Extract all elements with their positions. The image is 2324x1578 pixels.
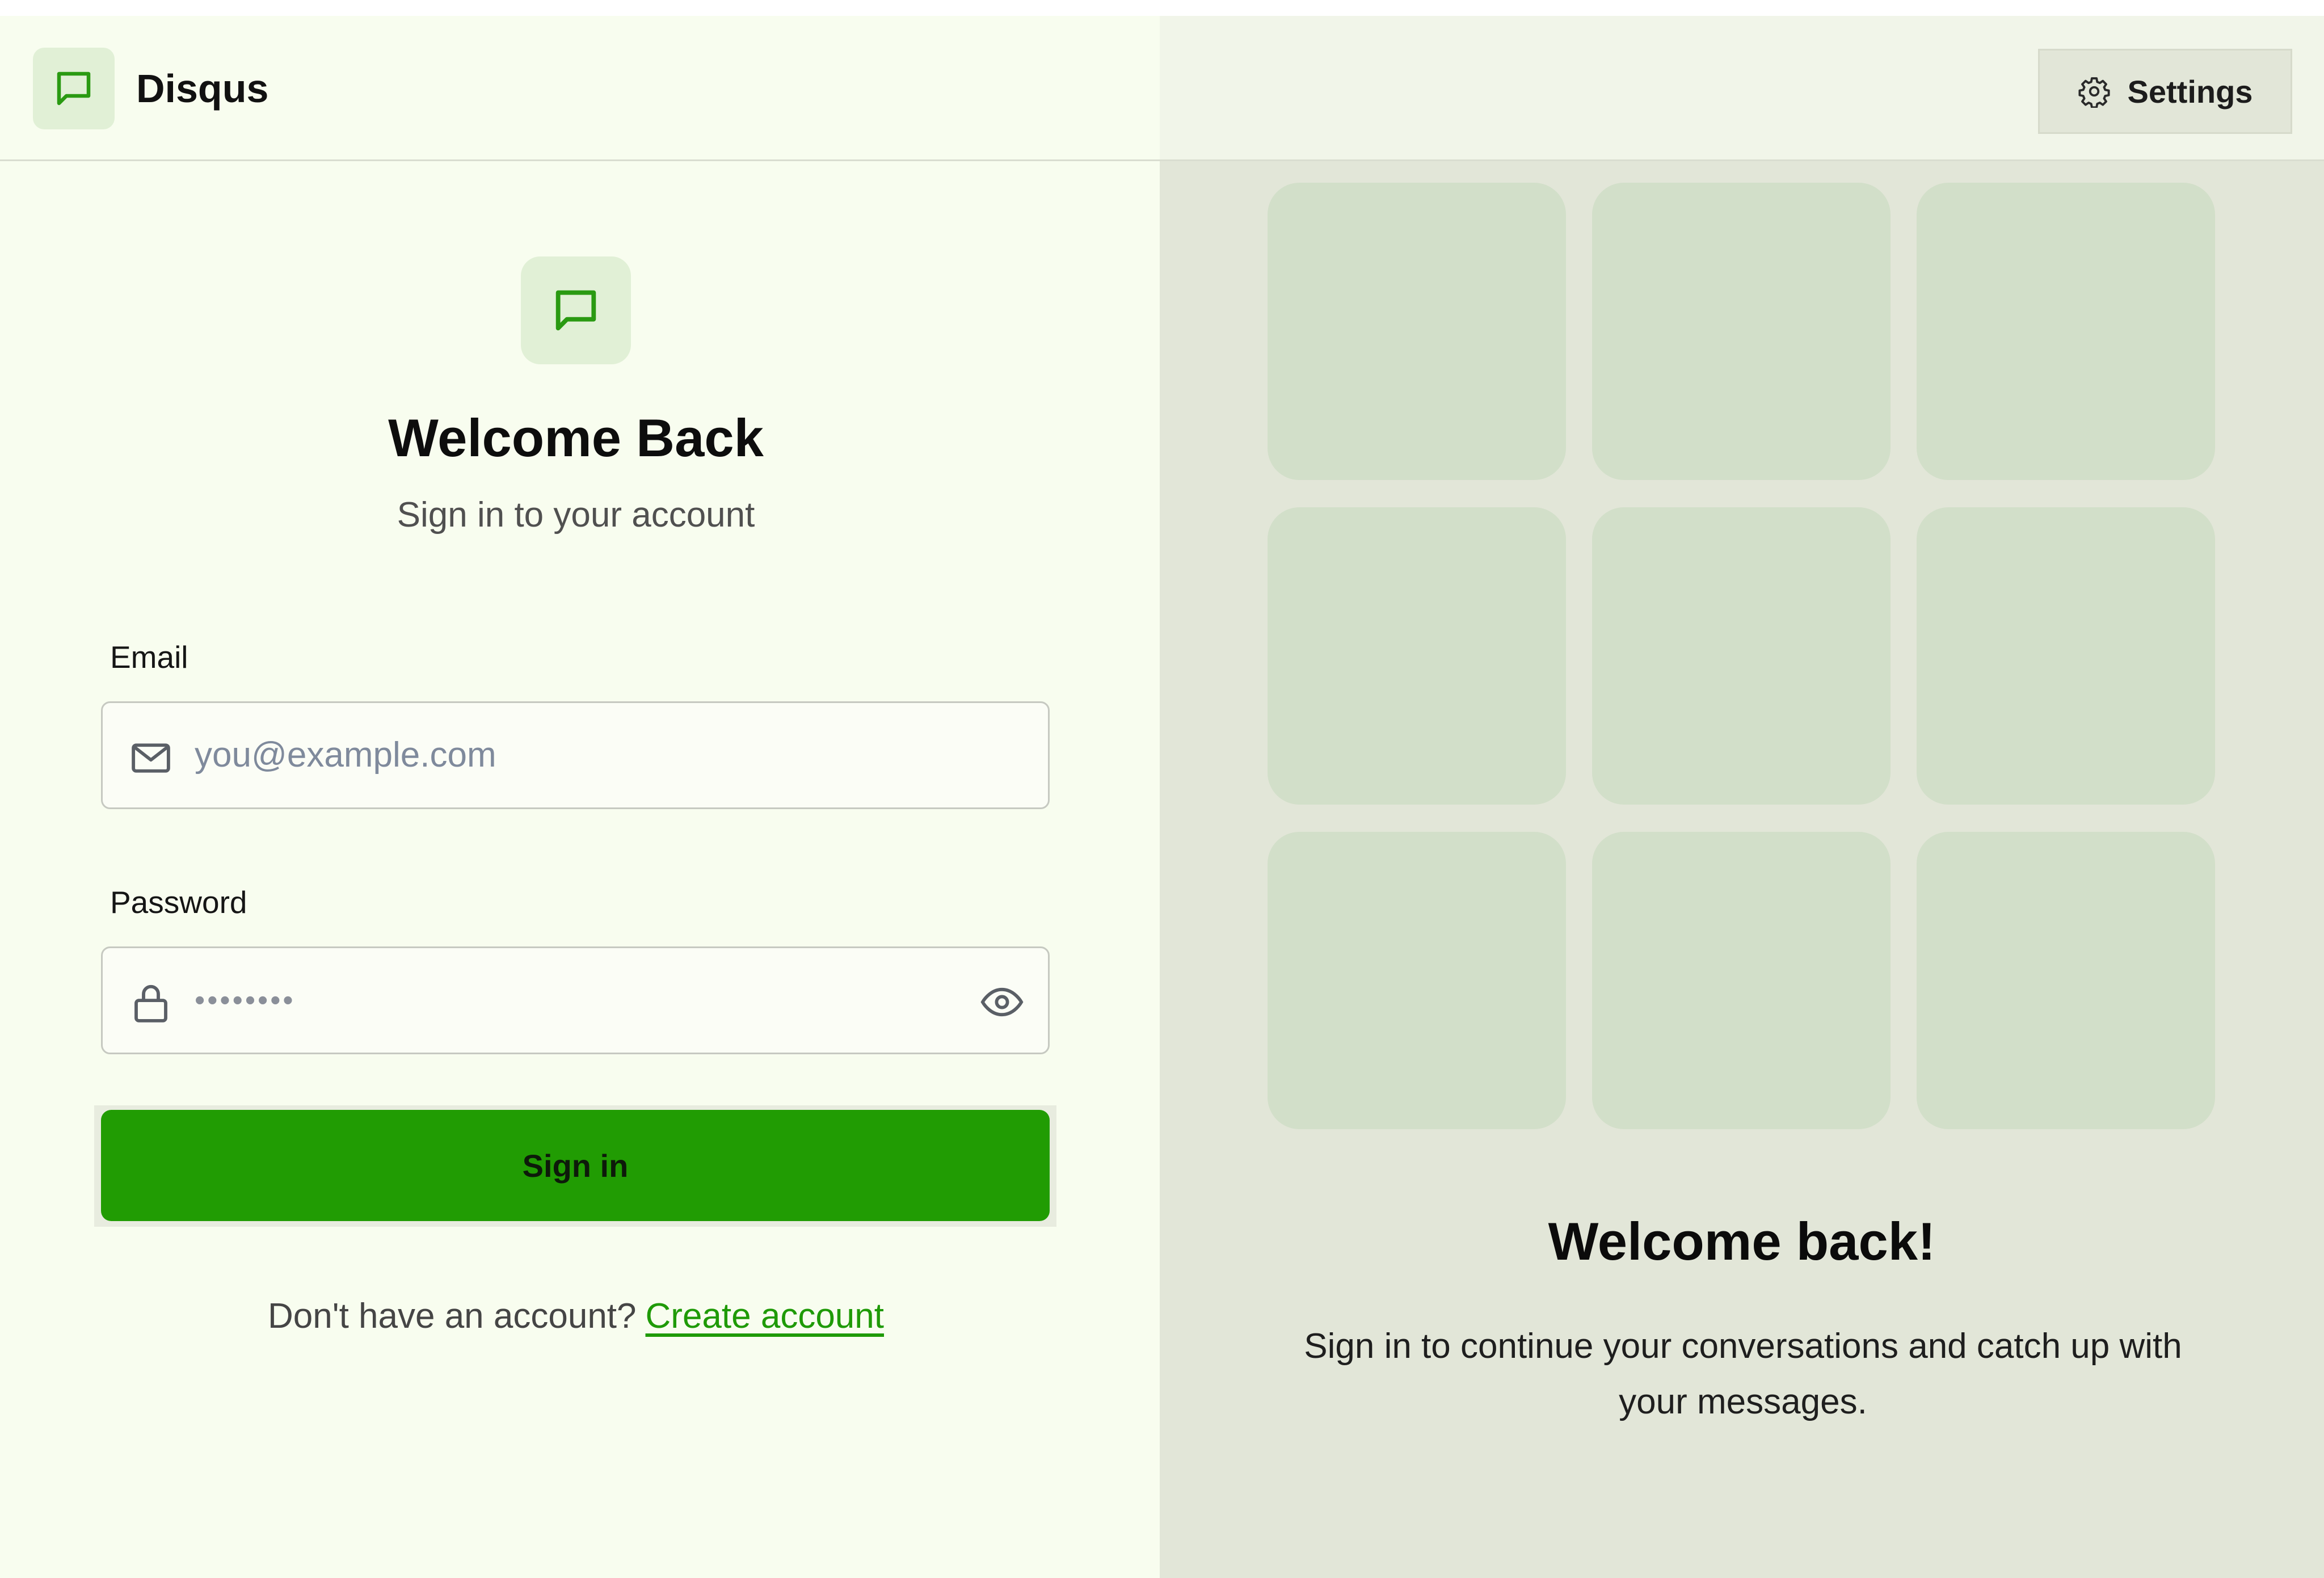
password-field[interactable]: •••••••• — [101, 946, 1050, 1054]
lock-icon — [134, 984, 167, 1022]
sign-in-button[interactable]: Sign in — [101, 1110, 1050, 1221]
grid-tile — [1592, 832, 1891, 1129]
login-pane: Welcome Back Sign in to your account Ema… — [0, 16, 1160, 1578]
grid-tile — [1268, 832, 1566, 1129]
promo-title: Welcome back! — [1548, 1211, 1936, 1271]
email-input[interactable]: you@example.com — [195, 703, 496, 807]
grid-tile — [1917, 183, 2215, 480]
grid-tile — [1592, 183, 1891, 480]
email-field[interactable]: you@example.com — [101, 701, 1050, 809]
grid-tile — [1268, 183, 1566, 480]
settings-button[interactable]: Settings — [2038, 49, 2292, 134]
mail-icon — [132, 743, 170, 773]
password-input[interactable]: •••••••• — [195, 948, 296, 1053]
brand-logo[interactable] — [33, 48, 115, 129]
create-account-text: Don't have an account? — [268, 1297, 637, 1336]
create-account-prompt: Don't have an account? Create account — [0, 1296, 1152, 1336]
grid-tile — [1592, 507, 1891, 805]
login-subtitle: Sign in to your account — [397, 495, 755, 535]
app-header: Disqus Settings — [0, 16, 2324, 161]
eye-icon[interactable] — [979, 979, 1025, 1025]
password-label: Password — [110, 885, 247, 920]
promo-text: Sign in to continue your conversations a… — [1304, 1327, 2182, 1421]
chat-bubble-icon — [555, 290, 596, 331]
create-account-link[interactable]: Create account — [646, 1297, 884, 1336]
brand-name[interactable]: Disqus — [136, 57, 268, 120]
chat-bubble-icon — [57, 71, 91, 106]
login-title: Welcome Back — [388, 408, 764, 468]
login-logo — [521, 256, 631, 364]
app-window: Welcome Back Sign in to your account Ema… — [0, 16, 2324, 1578]
grid-tile — [1268, 507, 1566, 805]
grid-tile — [1917, 832, 2215, 1129]
gear-icon — [2078, 77, 2110, 108]
grid-tile — [1917, 507, 2215, 805]
settings-label: Settings — [2127, 73, 2253, 110]
email-label: Email — [110, 639, 188, 675]
